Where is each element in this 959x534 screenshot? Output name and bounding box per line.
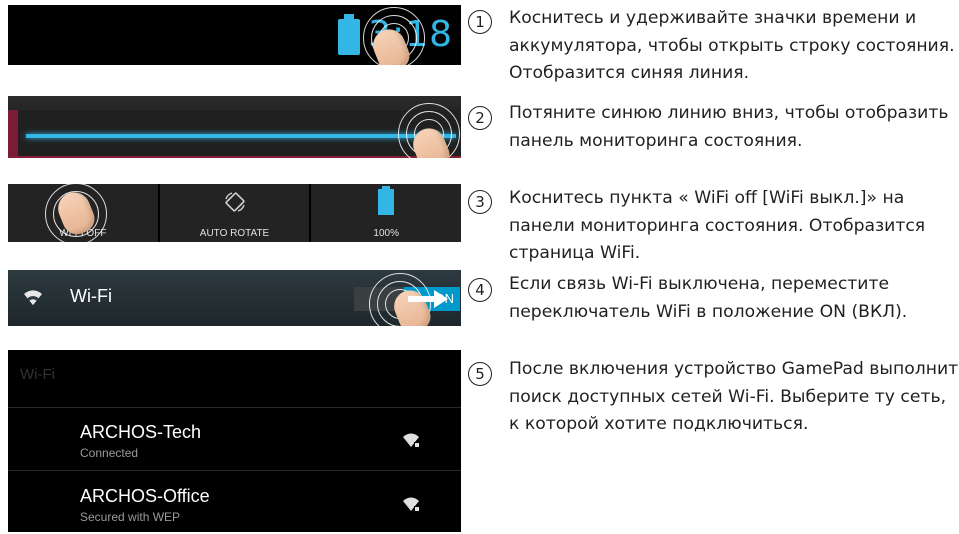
wifi-icon: [24, 290, 42, 305]
wifi-networks-screenshot: Wi-Fi ARCHOS-Tech Connected ARCHOS-Offic…: [8, 350, 461, 532]
wifi-secured-icon: [403, 497, 420, 511]
step-number: 2: [468, 106, 492, 130]
notification-drag-screenshot: [8, 96, 461, 158]
step-text: После включения устройство GamePad выпол…: [509, 359, 959, 434]
wifi-switch[interactable]: ON: [354, 287, 460, 311]
network-status: Connected: [80, 446, 139, 460]
network-name: ARCHOS-Office: [80, 486, 210, 506]
wifi-label: Wi-Fi: [70, 286, 112, 306]
network-name: ARCHOS-Tech: [80, 422, 202, 442]
step-number: 3: [468, 190, 492, 214]
clock-time[interactable]: 3:18: [368, 14, 453, 55]
battery-tile[interactable]: 100%: [311, 184, 461, 242]
network-item[interactable]: ARCHOS-Tech Connected: [80, 422, 450, 460]
battery-icon[interactable]: [338, 14, 360, 55]
step-text: Потяните синюю линию вниз, чтобы отобраз…: [509, 103, 949, 151]
blue-drag-line[interactable]: [26, 134, 456, 138]
status-bar-screenshot: 3:18: [8, 5, 461, 65]
step-number: 1: [468, 10, 492, 34]
wifi-header: Wi-Fi: [20, 366, 55, 383]
switch-on-label: ON: [404, 287, 460, 311]
network-status: Secured with WEP: [80, 510, 181, 524]
step-number: 5: [468, 362, 492, 386]
tile-label: AUTO ROTATE: [199, 228, 270, 239]
panel-edge: [8, 110, 461, 156]
tile-label: WI-FI OFF: [59, 228, 107, 239]
step-text: Если связь Wi-Fi выключена, переместите …: [509, 274, 908, 322]
tile-label: 100%: [373, 228, 399, 239]
wifi-off-tile[interactable]: WI-FI OFF: [8, 184, 160, 242]
rotate-icon: [224, 192, 245, 212]
step-text: Коснитесь пункта « WiFi off [WiFi выкл.]…: [509, 188, 926, 263]
step-number: 4: [468, 278, 492, 302]
auto-rotate-tile[interactable]: AUTO ROTATE: [159, 184, 312, 242]
step-text: Коснитесь и удерживайте значки времени и…: [509, 8, 955, 83]
battery-icon: [378, 186, 395, 215]
network-item[interactable]: ARCHOS-Office Secured with WEP: [80, 486, 450, 524]
divider: [8, 407, 461, 408]
divider: [8, 470, 461, 471]
quick-settings-screenshot: WI-FI OFF AUTO ROTATE 100%: [8, 184, 461, 242]
wifi-toggle-screenshot: Wi-Fi ON: [8, 270, 461, 326]
wifi-secured-icon: [403, 433, 420, 447]
